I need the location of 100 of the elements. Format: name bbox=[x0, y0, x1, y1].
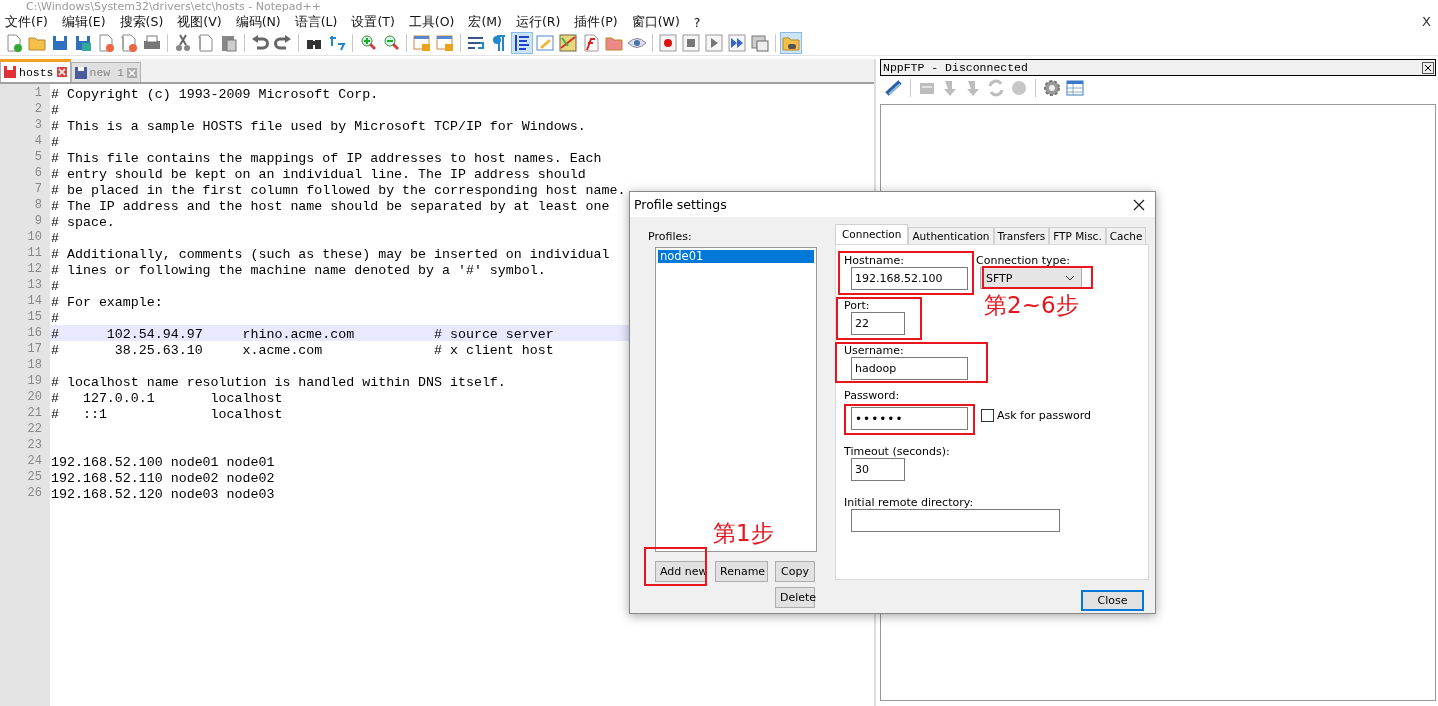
line-number: 14 bbox=[27, 293, 42, 309]
line-number: 12 bbox=[27, 261, 42, 277]
settings-tab[interactable]: FTP Misc. bbox=[1049, 227, 1106, 244]
code-line: # This file contains the mappings of IP addresses to host names. Each bbox=[50, 151, 602, 166]
close-document-button[interactable]: X bbox=[1422, 14, 1431, 29]
dialog-button[interactable]: Copy bbox=[775, 561, 815, 582]
line-number: 20 bbox=[27, 389, 42, 405]
code-line: 192.168.52.110 node02 node02 bbox=[50, 471, 275, 486]
code-line: # The IP address and the host name should be separated by at least one bbox=[50, 199, 610, 214]
line-number: 17 bbox=[27, 341, 42, 357]
settings-tab[interactable]: Authentication bbox=[908, 227, 994, 244]
panel-title: NppFTP - Disconnected bbox=[883, 61, 1028, 74]
line-number: 26 bbox=[27, 485, 42, 501]
code-line: # 102.54.94.97 rhino.acme.com # source server bbox=[50, 327, 554, 342]
documents-minus-icon[interactable] bbox=[118, 32, 140, 54]
code-line: 192.168.52.120 node03 node03 bbox=[50, 487, 275, 502]
code-line: # This is a sample HOSTS file used by Microsoft TCP/IP for Windows. bbox=[50, 119, 586, 134]
menu-item[interactable]: ? bbox=[693, 15, 701, 30]
menu-item[interactable]: 运行(R) bbox=[516, 14, 561, 31]
menu-item[interactable]: 宏(M) bbox=[468, 14, 502, 31]
code-line: # Additionally, comments (such as these) may be inserted on individual bbox=[50, 247, 610, 262]
line-number: 3 bbox=[34, 117, 42, 133]
field-label: Username: bbox=[844, 345, 904, 357]
code-line: 192.168.52.100 node01 node01 bbox=[50, 455, 275, 470]
settings-tab[interactable]: Connection bbox=[835, 224, 909, 244]
settings-tab[interactable]: Transfers bbox=[993, 227, 1050, 244]
checkbox[interactable] bbox=[981, 409, 994, 422]
field-label: Hostname: bbox=[844, 255, 904, 267]
code-line: # Copyright (c) 1993-2009 Microsoft Corp. bbox=[50, 87, 379, 102]
line-number: 25 bbox=[27, 469, 42, 485]
close-button[interactable]: Close bbox=[1081, 590, 1144, 611]
line-number: 11 bbox=[27, 245, 42, 261]
line-number: 23 bbox=[27, 437, 42, 453]
play-icon[interactable] bbox=[703, 32, 725, 54]
menu-item[interactable]: 窗口(W) bbox=[631, 14, 680, 31]
menu-item[interactable]: 编辑(E) bbox=[61, 14, 106, 31]
timeout-field[interactable]: 30 bbox=[851, 458, 905, 481]
field-label: Profiles: bbox=[648, 231, 693, 243]
close-icon[interactable] bbox=[1422, 61, 1434, 74]
dialog-title: Profile settings bbox=[634, 197, 727, 212]
indent-lines-icon[interactable] bbox=[511, 32, 533, 54]
menu-item[interactable]: 搜索(S) bbox=[119, 14, 164, 31]
code-line: # bbox=[50, 231, 59, 246]
line-number: 6 bbox=[34, 165, 42, 181]
settings-icon[interactable] bbox=[1042, 78, 1062, 98]
menu-item[interactable]: 语言(L) bbox=[294, 14, 338, 31]
code-line: # bbox=[50, 135, 59, 150]
code-line: # 127.0.0.1 localhost bbox=[50, 391, 283, 406]
field-label: Password: bbox=[844, 390, 900, 402]
code-line: # bbox=[50, 279, 59, 294]
menu-item[interactable]: 文件(F) bbox=[5, 14, 48, 31]
menu-item[interactable]: 插件(P) bbox=[574, 14, 618, 31]
field-label: Timeout (seconds): bbox=[844, 446, 950, 458]
code-line: # space. bbox=[50, 215, 115, 230]
window-list-icon[interactable] bbox=[749, 32, 771, 54]
menu-item[interactable]: 设置(T) bbox=[351, 14, 395, 31]
folder-link-icon[interactable] bbox=[780, 32, 802, 54]
dialog-button[interactable]: Delete bbox=[775, 587, 815, 608]
code-line: # ::1 localhost bbox=[50, 407, 283, 422]
port-field[interactable]: 22 bbox=[851, 312, 905, 335]
checkbox-label: Ask for password bbox=[997, 409, 1091, 422]
password-field[interactable]: •••••• bbox=[851, 407, 968, 430]
line-number: 18 bbox=[27, 357, 42, 373]
line-number: 2 bbox=[34, 101, 42, 117]
line-number: 9 bbox=[34, 213, 42, 229]
line-number: 1 bbox=[34, 85, 42, 101]
table-icon[interactable] bbox=[1065, 78, 1085, 98]
stop-icon[interactable] bbox=[680, 32, 702, 54]
username-field[interactable]: hadoop bbox=[851, 357, 968, 380]
code-line: # be placed in the first column followed by the corresponding host name. bbox=[50, 183, 626, 198]
window-lock-icon[interactable] bbox=[411, 32, 433, 54]
code-line: # bbox=[50, 103, 59, 118]
remote-directory-field[interactable] bbox=[851, 509, 1060, 532]
field-label: Port: bbox=[844, 300, 870, 312]
list-item[interactable]: node01 bbox=[658, 250, 814, 263]
dialog-button[interactable]: Rename bbox=[715, 561, 768, 582]
record-icon[interactable] bbox=[657, 32, 679, 54]
line-number: 7 bbox=[34, 181, 42, 197]
menu-item[interactable]: 工具(O) bbox=[408, 14, 455, 31]
line-number: 5 bbox=[34, 149, 42, 165]
line-number: 19 bbox=[27, 373, 42, 389]
window-title: C:\Windows\System32\drivers\etc\hosts - Notepad++ bbox=[26, 0, 321, 13]
code-line: # bbox=[50, 311, 59, 326]
settings-tab[interactable]: Cache bbox=[1105, 227, 1147, 244]
code-line: # lines or following the machine name denoted by a '#' symbol. bbox=[50, 263, 546, 278]
document-tab[interactable]: hosts bbox=[0, 59, 71, 82]
line-number: 4 bbox=[34, 133, 42, 149]
field-label: Initial remote directory: bbox=[844, 497, 974, 509]
caret-icon bbox=[1065, 275, 1075, 281]
map-icon[interactable] bbox=[557, 32, 579, 54]
window-lock-icon[interactable] bbox=[434, 32, 456, 54]
menu-item[interactable]: 视图(V) bbox=[177, 14, 222, 31]
close-icon[interactable] bbox=[1133, 198, 1145, 211]
line-number: 22 bbox=[27, 421, 42, 437]
menu-item[interactable]: 编码(N) bbox=[235, 14, 281, 31]
hostname-field[interactable]: 192.168.52.100 bbox=[851, 267, 968, 290]
annotation-text: 第1步 bbox=[713, 519, 774, 547]
line-number: 8 bbox=[34, 197, 42, 213]
line-number: 10 bbox=[27, 229, 42, 245]
fast-forward-icon[interactable] bbox=[726, 32, 748, 54]
